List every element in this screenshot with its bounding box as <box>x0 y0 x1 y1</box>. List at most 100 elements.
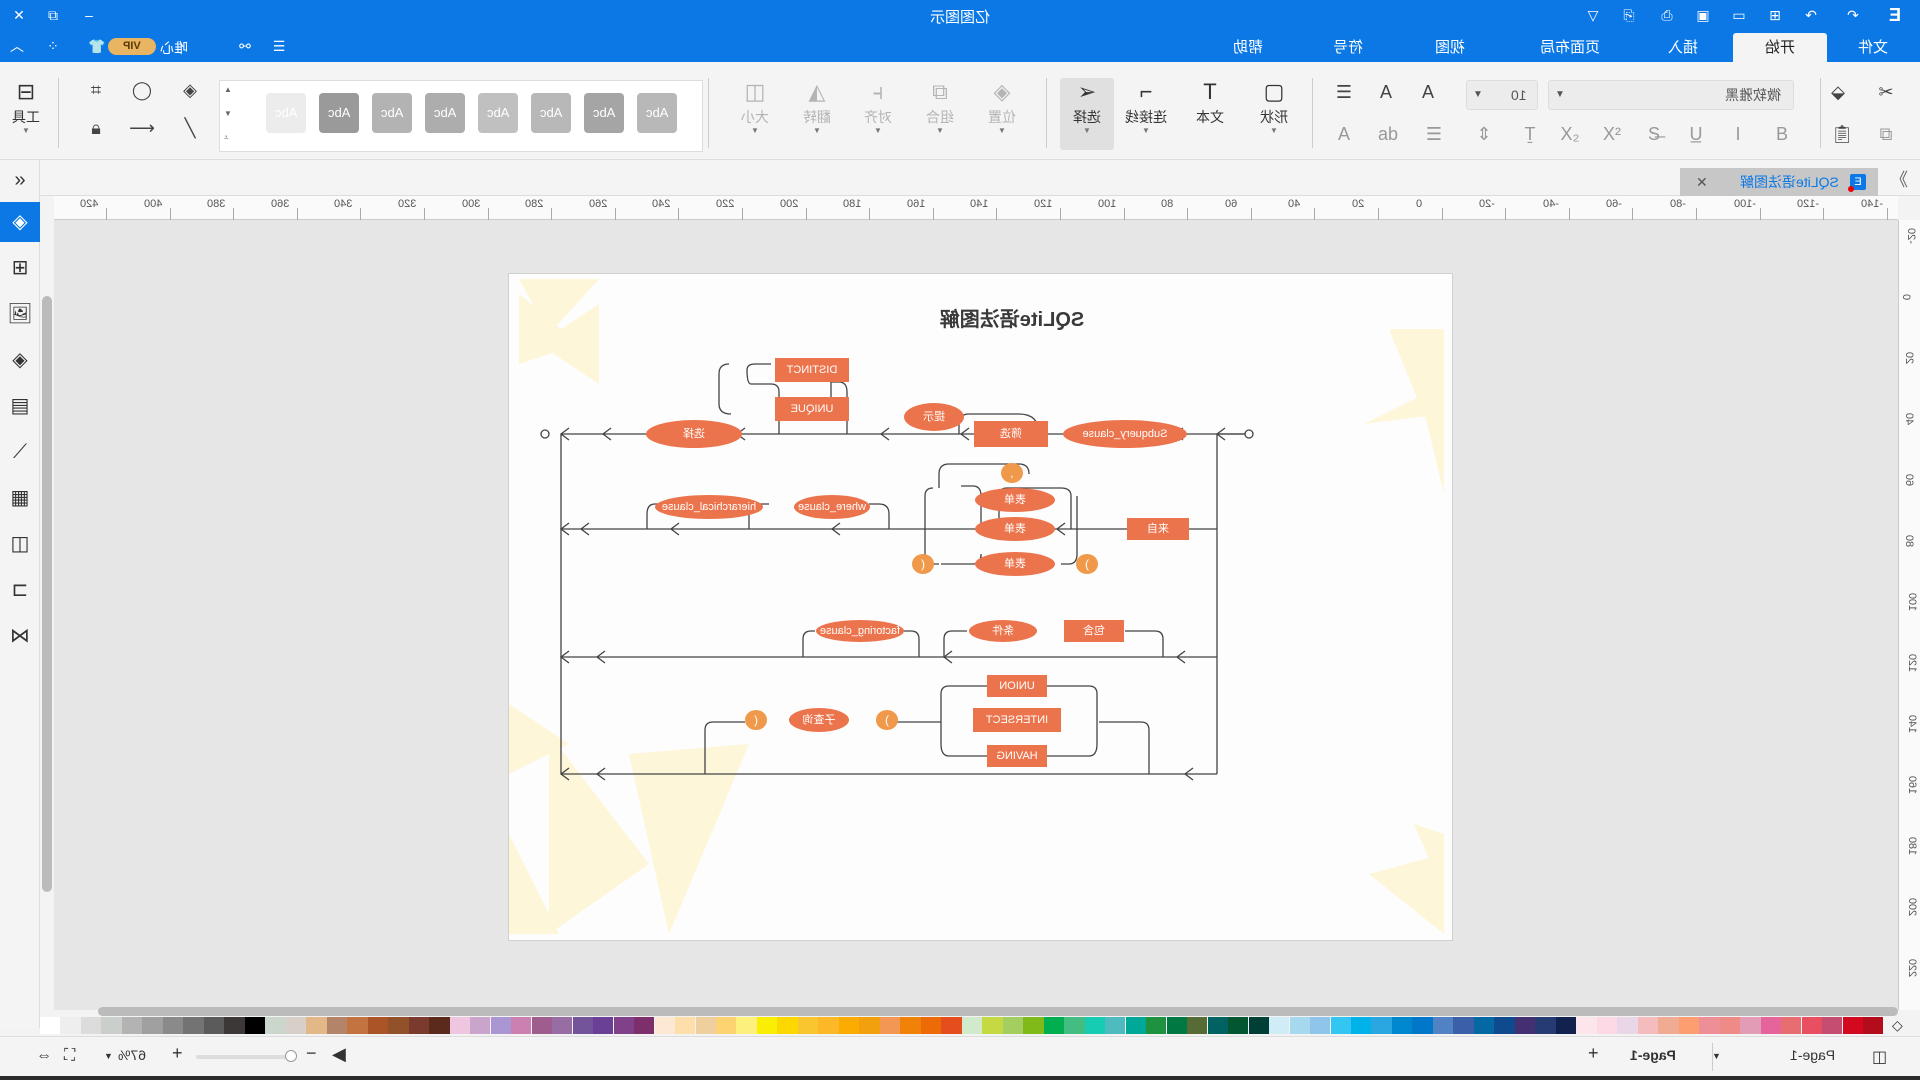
shape-button[interactable]: ▢ 形状 ▼ <box>1254 78 1294 135</box>
font-size-select[interactable]: ▼ 10 <box>1466 80 1538 110</box>
style-swatch[interactable]: Abc <box>531 93 571 133</box>
palette-swatch[interactable] <box>654 1017 675 1034</box>
palette-swatch[interactable] <box>326 1017 348 1034</box>
tab-view[interactable]: 视图 <box>1410 33 1490 62</box>
palette-swatch[interactable] <box>511 1017 532 1034</box>
user-name[interactable]: 唯心 <box>160 38 188 58</box>
theme-icon[interactable]: 👕 <box>86 35 108 57</box>
palette-swatch[interactable] <box>265 1017 286 1034</box>
text-format-icon[interactable]: Ṯ <box>1516 124 1544 145</box>
save-icon[interactable]: ▣ <box>1692 4 1714 26</box>
palette-swatch[interactable] <box>1002 1017 1024 1034</box>
palette-swatch[interactable] <box>1371 1017 1392 1034</box>
zoom-level[interactable]: 67% <box>118 1047 146 1063</box>
text-button[interactable]: T 文本 <box>1190 78 1230 126</box>
palette-swatch[interactable] <box>593 1017 614 1034</box>
palette-swatch[interactable] <box>715 1017 737 1034</box>
tab-file[interactable]: 文件 <box>1830 33 1916 62</box>
crop-icon[interactable]: ⌗ <box>82 80 110 101</box>
table-icon[interactable]: ▦ <box>0 478 40 518</box>
palette-swatch[interactable] <box>1863 1017 1884 1034</box>
palette-swatch[interactable] <box>634 1017 655 1034</box>
line-color-icon[interactable]: ╲ <box>176 118 204 139</box>
palette-swatch[interactable] <box>1207 1017 1228 1034</box>
palette-swatch[interactable] <box>1822 1017 1843 1034</box>
style-swatch[interactable]: Abc <box>319 93 359 133</box>
palette-swatch[interactable] <box>1658 1017 1679 1034</box>
new-icon[interactable]: ⊞ <box>1764 4 1786 26</box>
palette-swatch[interactable] <box>1842 1017 1863 1034</box>
palette-swatch[interactable] <box>941 1017 962 1034</box>
palette-swatch[interactable] <box>1330 1017 1351 1034</box>
palette-swatch[interactable] <box>1023 1017 1044 1034</box>
palette-swatch[interactable] <box>1228 1017 1249 1034</box>
palette-swatch[interactable] <box>367 1017 389 1034</box>
superscript-icon[interactable]: X² <box>1598 124 1626 145</box>
palette-swatch[interactable] <box>1289 1017 1310 1034</box>
group-button[interactable]: ⧉ 组合 ▼ <box>920 78 960 135</box>
connector-button[interactable]: ⌐ 连接线 ▼ <box>1122 78 1170 135</box>
palette-swatch[interactable] <box>1391 1017 1413 1034</box>
palette-swatch[interactable] <box>183 1017 204 1034</box>
style-swatch[interactable]: Abc <box>372 93 412 133</box>
palette-swatch[interactable] <box>142 1017 163 1034</box>
tab-symbols[interactable]: 符号 <box>1308 33 1388 62</box>
size-button[interactable]: ◫ 大小 ▼ <box>735 78 775 135</box>
strikethrough-icon[interactable]: S̶ <box>1640 124 1668 145</box>
palette-swatch[interactable] <box>1740 1017 1761 1034</box>
font-color-icon[interactable]: A <box>1330 124 1358 145</box>
palette-swatch[interactable] <box>1084 1017 1105 1034</box>
shrink-font-icon[interactable]: A <box>1372 82 1400 103</box>
palette-swatch[interactable] <box>1125 1017 1146 1034</box>
palette-swatch[interactable] <box>838 1017 860 1034</box>
palette-swatch[interactable] <box>244 1017 266 1034</box>
palette-swatch[interactable] <box>675 1017 696 1034</box>
palette-swatch[interactable] <box>1432 1017 1454 1034</box>
palette-swatch[interactable] <box>1412 1017 1433 1034</box>
palette-swatch[interactable] <box>1146 1017 1167 1034</box>
palette-swatch[interactable] <box>1351 1017 1372 1034</box>
close-icon[interactable]: ✕ <box>8 4 30 26</box>
vip-badge[interactable]: VIP <box>108 38 156 55</box>
mindmap-icon[interactable]: ⋈ <box>0 616 40 656</box>
palette-swatch[interactable] <box>101 1017 122 1034</box>
palette-swatch[interactable] <box>60 1017 81 1034</box>
palette-swatch[interactable] <box>982 1017 1003 1034</box>
grow-font-icon[interactable]: A <box>1414 82 1442 103</box>
palette-swatch[interactable] <box>1494 1017 1515 1034</box>
tab-home[interactable]: 开始 <box>1733 33 1827 62</box>
palette-swatch[interactable] <box>1576 1017 1597 1034</box>
position-button[interactable]: ◈ 位置 ▼ <box>982 78 1022 135</box>
palette-swatch[interactable] <box>1596 1017 1618 1034</box>
horizontal-scrollbar[interactable] <box>98 1007 1898 1016</box>
select-button[interactable]: ➢ 选择 ▼ <box>1060 78 1114 150</box>
comment-icon[interactable]: ☰ <box>268 35 290 57</box>
palette-swatch[interactable] <box>531 1017 552 1034</box>
redo-icon[interactable]: ↷ <box>1842 4 1864 26</box>
gallery-up-icon[interactable]: ▲ <box>224 85 232 94</box>
outline-icon[interactable]: ⊏ <box>0 570 40 610</box>
style-swatch[interactable]: Abc <box>425 93 465 133</box>
expand-icon[interactable]: » <box>0 160 40 200</box>
canvas[interactable]: SQLite语法图解 DISTINCT UNIQUE 筛选 Subquery_clau… <box>54 220 1898 1010</box>
shape-outline-icon[interactable]: ◯ <box>128 80 156 101</box>
palette-swatch[interactable] <box>1781 1017 1802 1034</box>
palette-swatch[interactable] <box>1473 1017 1495 1034</box>
palette-swatch[interactable] <box>777 1017 798 1034</box>
palette-swatch[interactable] <box>859 1017 880 1034</box>
paste-icon[interactable]: 📋︎ <box>1828 124 1856 145</box>
palette-swatch[interactable] <box>1699 1017 1720 1034</box>
highlight-icon[interactable]: ab <box>1374 124 1402 145</box>
copy-icon[interactable]: ⧉ <box>1872 124 1900 145</box>
line-style-icon[interactable]: ⟶ <box>128 118 156 139</box>
palette-swatch[interactable] <box>1514 1017 1536 1034</box>
palette-swatch[interactable] <box>1043 1017 1065 1034</box>
fullscreen-icon[interactable]: ⛶ <box>64 1047 75 1065</box>
collapse-panel-icon[interactable]: 《 <box>1890 166 1908 192</box>
palette-swatch[interactable] <box>1719 1017 1741 1034</box>
tab-page-layout[interactable]: 页面布局 <box>1520 33 1620 62</box>
palette-swatch[interactable] <box>1453 1017 1474 1034</box>
page-view-icon[interactable]: ◫ <box>1872 1047 1887 1067</box>
palette-swatch[interactable] <box>756 1017 778 1034</box>
zoom-out-icon[interactable]: − <box>306 1043 317 1064</box>
